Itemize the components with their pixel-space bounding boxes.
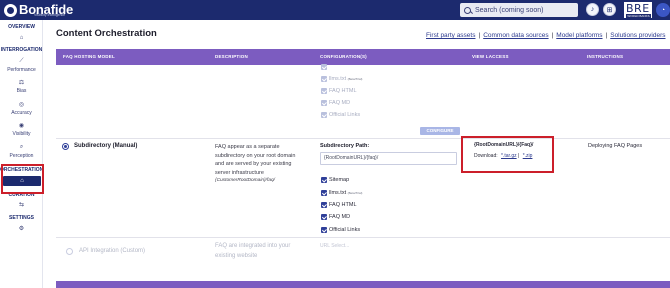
- api-url-select[interactable]: URL Select...: [320, 243, 349, 249]
- gear-icon[interactable]: ⚙: [0, 225, 43, 232]
- brand-logo[interactable]: BRE WORLD BANKS: [623, 1, 653, 19]
- subdirectory-path-input[interactable]: {RootDomainURL}/{faq}/: [320, 152, 457, 165]
- sidebar-item-performance[interactable]: Performance: [0, 67, 43, 73]
- radio-api-integration[interactable]: [66, 248, 73, 255]
- header-view-access: VIEW LACCESS: [472, 54, 509, 59]
- search-input[interactable]: Search (coming soon): [460, 3, 578, 17]
- user-avatar[interactable]: ◔: [656, 3, 670, 17]
- instructions-text[interactable]: Deploying FAQ Pages: [588, 143, 642, 149]
- radio-subdirectory[interactable]: [62, 143, 69, 150]
- checkbox-faq-md[interactable]: [321, 214, 327, 220]
- checkbox-label: llms.txt (Beta/Trial): [329, 76, 363, 82]
- subdirectory-description: FAQ appear as a separate subdirectory on…: [215, 144, 296, 176]
- next-section-header: [56, 281, 670, 288]
- checkbox-faq-html-hosted[interactable]: [321, 88, 327, 94]
- highlight-box-view-access: [461, 136, 554, 173]
- checkbox-llms-hosted[interactable]: [321, 76, 327, 82]
- checkbox-sitemap-hosted[interactable]: [321, 64, 327, 70]
- search-icon[interactable]: ⌕: [0, 144, 43, 151]
- configure-button[interactable]: CONFIGURE: [420, 127, 460, 135]
- link-common-data-sources[interactable]: Common data sources: [483, 32, 548, 39]
- balance-icon[interactable]: ⚖: [0, 79, 43, 86]
- sidebar-heading-interrogation: INTERROGATION: [0, 47, 43, 53]
- page-title: Content Orchestration: [56, 28, 157, 39]
- header-description: DESCRIPTION: [215, 54, 248, 59]
- checkbox-sitemap[interactable]: [321, 177, 327, 183]
- api-integration-description: FAQ are integrated into your existing we…: [215, 243, 291, 259]
- checkbox-label-faq-md: FAQ MD: [329, 214, 351, 220]
- link-first-party-assets[interactable]: First party assets: [426, 32, 475, 39]
- brand-subtitle: WORLD BANKS: [626, 14, 651, 18]
- link-solutions-providers[interactable]: Solutions providers: [610, 32, 665, 39]
- checkbox-official-links[interactable]: [321, 227, 327, 233]
- table-row-hosted: [56, 65, 670, 139]
- sidebar-item-perception[interactable]: Perception: [0, 153, 43, 159]
- sidebar-item-visibility[interactable]: Visibility: [0, 131, 43, 137]
- link-model-platforms[interactable]: Model platforms: [556, 32, 602, 39]
- checkbox-label: FAQ MD: [329, 100, 351, 106]
- home-icon[interactable]: ⌂: [0, 35, 43, 41]
- checkbox-label-llms: llms.txt (Beta/Trial): [329, 190, 363, 196]
- highlight-box-orchestration: [1, 164, 44, 194]
- checkbox-label-official-links: Official Links: [329, 227, 361, 233]
- sidebar-heading-settings: SETTINGS: [8, 215, 34, 221]
- shuffle-icon[interactable]: ⇆: [0, 201, 43, 208]
- checkbox-label-sitemap: Sitemap: [329, 177, 350, 183]
- bell-icon[interactable]: ♪: [586, 3, 599, 16]
- header-configurations: CONFIGURATION(S): [320, 54, 367, 59]
- subdirectory-example: {CustomerRootDomain}/faq/: [215, 178, 275, 183]
- checkbox-official-links-hosted[interactable]: [321, 112, 327, 118]
- header-faq-hosting-model: FAQ HOSTING MODEL: [63, 54, 115, 59]
- subdirectory-path-label: Subdirectory Path:: [320, 143, 370, 149]
- checkbox-faq-html[interactable]: [321, 202, 327, 208]
- table-header: FAQ HOSTING MODEL DESCRIPTION CONFIGURAT…: [56, 49, 670, 65]
- top-links: First party assets | Common data sources | M…: [426, 32, 666, 39]
- checkbox-label-faq-html: FAQ HTML: [329, 202, 357, 208]
- checkbox-faq-md-hosted[interactable]: [321, 100, 327, 106]
- sidebar-item-bias[interactable]: Bias: [0, 88, 43, 94]
- sidebar-heading-overview: OVERVIEW: [8, 24, 35, 30]
- top-bar: Bonafide Visibility Intelligence Search …: [0, 0, 670, 20]
- target-icon[interactable]: ◎: [0, 101, 43, 108]
- checkbox-label: FAQ HTML: [329, 88, 357, 94]
- logo-subtitle: Visibility Intelligence: [34, 13, 66, 17]
- grid-icon[interactable]: ⊞: [603, 3, 616, 16]
- checkbox-llms[interactable]: [321, 190, 327, 196]
- sidebar: OVERVIEW ⌂ INTERROGATION ⟋ Performance ⚖…: [0, 20, 43, 288]
- eye-icon[interactable]: ◉: [0, 122, 43, 129]
- sidebar-item-accuracy[interactable]: Accuracy: [0, 110, 43, 116]
- header-instructions: INSTRUCTIONS: [587, 54, 624, 59]
- checkbox-label: Official Links: [329, 112, 361, 118]
- api-integration-title: API Integration (Custom): [79, 248, 146, 254]
- logo-icon: [4, 3, 17, 17]
- search-icon: [464, 6, 471, 14]
- subdirectory-title: Subdirectory (Manual): [74, 143, 138, 149]
- chart-icon[interactable]: ⟋: [0, 58, 43, 65]
- search-placeholder: Search (coming soon): [475, 6, 544, 14]
